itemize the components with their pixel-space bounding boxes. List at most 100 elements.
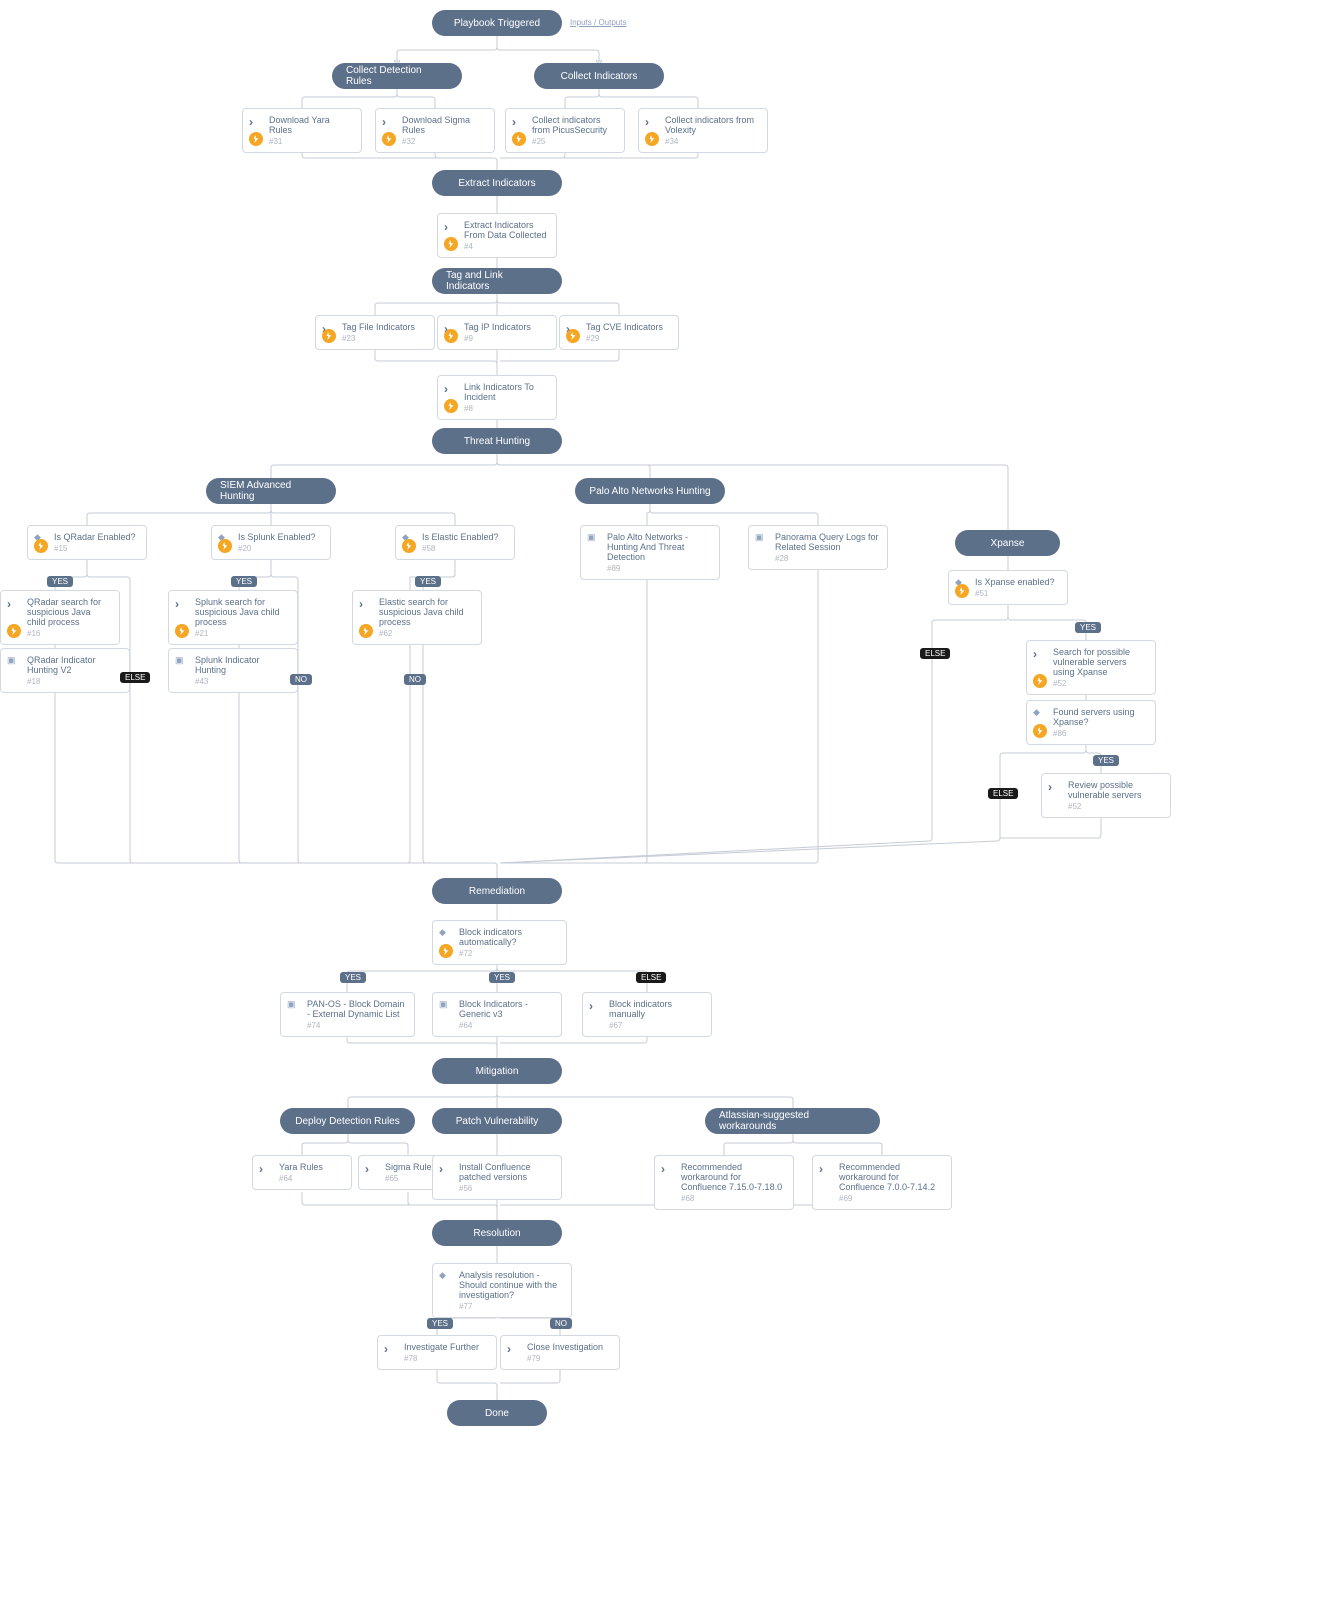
section-collect-indicators[interactable]: Collect Indicators bbox=[534, 63, 664, 89]
bolt-icon bbox=[249, 132, 263, 146]
bolt-icon bbox=[1033, 724, 1047, 738]
arrow-icon: › bbox=[7, 597, 21, 611]
badge-no: NO bbox=[290, 674, 312, 685]
task-investigate-further[interactable]: ›Investigate Further#78 bbox=[377, 1335, 497, 1370]
arrow-icon: › bbox=[444, 220, 458, 234]
badge-yes: YES bbox=[1075, 622, 1101, 633]
cond-analysis-resolution[interactable]: ◆Analysis resolution - Should continue w… bbox=[432, 1263, 572, 1318]
section-remediation[interactable]: Remediation bbox=[432, 878, 562, 904]
section-resolution[interactable]: Resolution bbox=[432, 1220, 562, 1246]
badge-yes: YES bbox=[427, 1318, 453, 1329]
arrow-icon: › bbox=[1048, 780, 1062, 794]
task-panorama-query[interactable]: ▣Panorama Query Logs for Related Session… bbox=[748, 525, 888, 570]
task-pan-block-edl[interactable]: ▣PAN-OS - Block Domain - External Dynami… bbox=[280, 992, 415, 1037]
task-collect-volexity[interactable]: ›Collect indicators from Volexity#34 bbox=[638, 108, 768, 153]
playbook-icon: ▣ bbox=[175, 655, 189, 669]
section-siem-hunting[interactable]: SIEM Advanced Hunting bbox=[206, 478, 336, 504]
task-close-investigation[interactable]: ›Close Investigation#79 bbox=[500, 1335, 620, 1370]
playbook-icon: ▣ bbox=[755, 532, 769, 546]
task-splunk-search[interactable]: ›Splunk search for suspicious Java child… bbox=[168, 590, 298, 645]
bolt-icon bbox=[382, 132, 396, 146]
task-block-generic[interactable]: ▣Block Indicators - Generic v3#64 bbox=[432, 992, 562, 1037]
task-xpanse-search[interactable]: ›Search for possible vulnerable servers … bbox=[1026, 640, 1156, 695]
task-panw-hunt[interactable]: ▣Palo Alto Networks - Hunting And Threat… bbox=[580, 525, 720, 580]
section-collect-detection-rules[interactable]: Collect Detection Rules bbox=[332, 63, 462, 89]
task-block-manual[interactable]: ›Block indicators manually#67 bbox=[582, 992, 712, 1037]
section-done[interactable]: Done bbox=[447, 1400, 547, 1426]
arrow-icon: › bbox=[645, 115, 659, 129]
bolt-icon bbox=[439, 944, 453, 958]
badge-else: ELSE bbox=[920, 648, 950, 659]
task-install-patched[interactable]: ›Install Confluence patched versions#56 bbox=[432, 1155, 562, 1200]
playbook-flowchart: Playbook Triggered Inputs / Outputs Coll… bbox=[0, 0, 1323, 1600]
task-collect-picus[interactable]: ›Collect indicators from PicusSecurity#2… bbox=[505, 108, 625, 153]
section-deploy-rules[interactable]: Deploy Detection Rules bbox=[280, 1108, 415, 1134]
task-tag-file[interactable]: ›Tag File Indicators#23 bbox=[315, 315, 435, 350]
section-atlassian-workarounds[interactable]: Atlassian-suggested workarounds bbox=[705, 1108, 880, 1134]
arrow-icon: › bbox=[384, 1342, 398, 1356]
task-review-vuln[interactable]: ›Review possible vulnerable servers#52 bbox=[1041, 773, 1171, 818]
bolt-icon bbox=[218, 539, 232, 553]
arrow-icon: › bbox=[819, 1162, 833, 1176]
playbook-icon: ▣ bbox=[587, 532, 601, 546]
cond-qradar-enabled[interactable]: ◆Is QRadar Enabled?#15 bbox=[27, 525, 147, 560]
arrow-icon: › bbox=[439, 1162, 453, 1176]
bolt-icon bbox=[402, 539, 416, 553]
section-title: Playbook Triggered bbox=[454, 18, 540, 29]
diamond-icon: ◆ bbox=[439, 927, 453, 941]
bolt-icon bbox=[359, 624, 373, 638]
section-extract-indicators[interactable]: Extract Indicators bbox=[432, 170, 562, 196]
task-download-yara[interactable]: ›Download Yara Rules#31 bbox=[242, 108, 362, 153]
cond-elastic-enabled[interactable]: ◆Is Elastic Enabled?#58 bbox=[395, 525, 515, 560]
diamond-icon: ◆ bbox=[439, 1270, 453, 1284]
task-elastic-search[interactable]: ›Elastic search for suspicious Java chil… bbox=[352, 590, 482, 645]
badge-else: ELSE bbox=[120, 672, 150, 683]
arrow-icon: › bbox=[661, 1162, 675, 1176]
arrow-icon: › bbox=[175, 597, 189, 611]
task-qradar-hunting[interactable]: ▣QRadar Indicator Hunting V2#18 bbox=[0, 648, 130, 693]
arrow-icon: › bbox=[444, 382, 458, 396]
task-deploy-yara[interactable]: ›Yara Rules#64 bbox=[252, 1155, 352, 1190]
bolt-icon bbox=[955, 584, 969, 598]
badge-no: NO bbox=[550, 1318, 572, 1329]
badge-yes: YES bbox=[415, 576, 441, 587]
section-mitigation[interactable]: Mitigation bbox=[432, 1058, 562, 1084]
section-panw-hunting[interactable]: Palo Alto Networks Hunting bbox=[575, 478, 725, 504]
badge-else: ELSE bbox=[636, 972, 666, 983]
task-link-indicators[interactable]: ›Link Indicators To Incident#8 bbox=[437, 375, 557, 420]
bolt-icon bbox=[444, 237, 458, 251]
section-threat-hunting[interactable]: Threat Hunting bbox=[432, 428, 562, 454]
arrow-icon: › bbox=[259, 1162, 273, 1176]
arrow-icon: › bbox=[359, 597, 373, 611]
bolt-icon bbox=[512, 132, 526, 146]
badge-yes: YES bbox=[1093, 755, 1119, 766]
task-tag-ip[interactable]: ›Tag IP Indicators#9 bbox=[437, 315, 557, 350]
inputs-outputs-link[interactable]: Inputs / Outputs bbox=[570, 18, 626, 27]
badge-yes: YES bbox=[340, 972, 366, 983]
task-download-sigma[interactable]: ›Download Sigma Rules#32 bbox=[375, 108, 495, 153]
bolt-icon bbox=[1033, 674, 1047, 688]
section-patch-vuln[interactable]: Patch Vulnerability bbox=[432, 1108, 562, 1134]
cond-splunk-enabled[interactable]: ◆Is Splunk Enabled?#20 bbox=[211, 525, 331, 560]
task-tag-cve[interactable]: ›Tag CVE Indicators#29 bbox=[559, 315, 679, 350]
cond-found-servers[interactable]: ◆Found servers using Xpanse?#86 bbox=[1026, 700, 1156, 745]
section-playbook-triggered[interactable]: Playbook Triggered bbox=[432, 10, 562, 36]
section-tag-and-link[interactable]: Tag and Link Indicators bbox=[432, 268, 562, 294]
arrow-icon: › bbox=[1033, 647, 1047, 661]
playbook-icon: ▣ bbox=[7, 655, 21, 669]
badge-yes: YES bbox=[489, 972, 515, 983]
section-xpanse[interactable]: Xpanse bbox=[955, 530, 1060, 556]
task-workaround-2[interactable]: ›Recommended workaround for Confluence 7… bbox=[812, 1155, 952, 1210]
playbook-icon: ▣ bbox=[439, 999, 453, 1013]
task-splunk-hunting[interactable]: ▣Splunk Indicator Hunting#43 bbox=[168, 648, 298, 693]
bolt-icon bbox=[175, 624, 189, 638]
bolt-icon bbox=[322, 329, 336, 343]
task-extract-from-data[interactable]: ›Extract Indicators From Data Collected#… bbox=[437, 213, 557, 258]
cond-xpanse-enabled[interactable]: ◆Is Xpanse enabled?#51 bbox=[948, 570, 1068, 605]
task-qradar-search[interactable]: ›QRadar search for suspicious Java child… bbox=[0, 590, 120, 645]
cond-block-auto[interactable]: ◆Block indicators automatically?#72 bbox=[432, 920, 567, 965]
task-workaround-1[interactable]: ›Recommended workaround for Confluence 7… bbox=[654, 1155, 794, 1210]
bolt-icon bbox=[645, 132, 659, 146]
badge-else: ELSE bbox=[988, 788, 1018, 799]
playbook-icon: ▣ bbox=[287, 999, 301, 1013]
